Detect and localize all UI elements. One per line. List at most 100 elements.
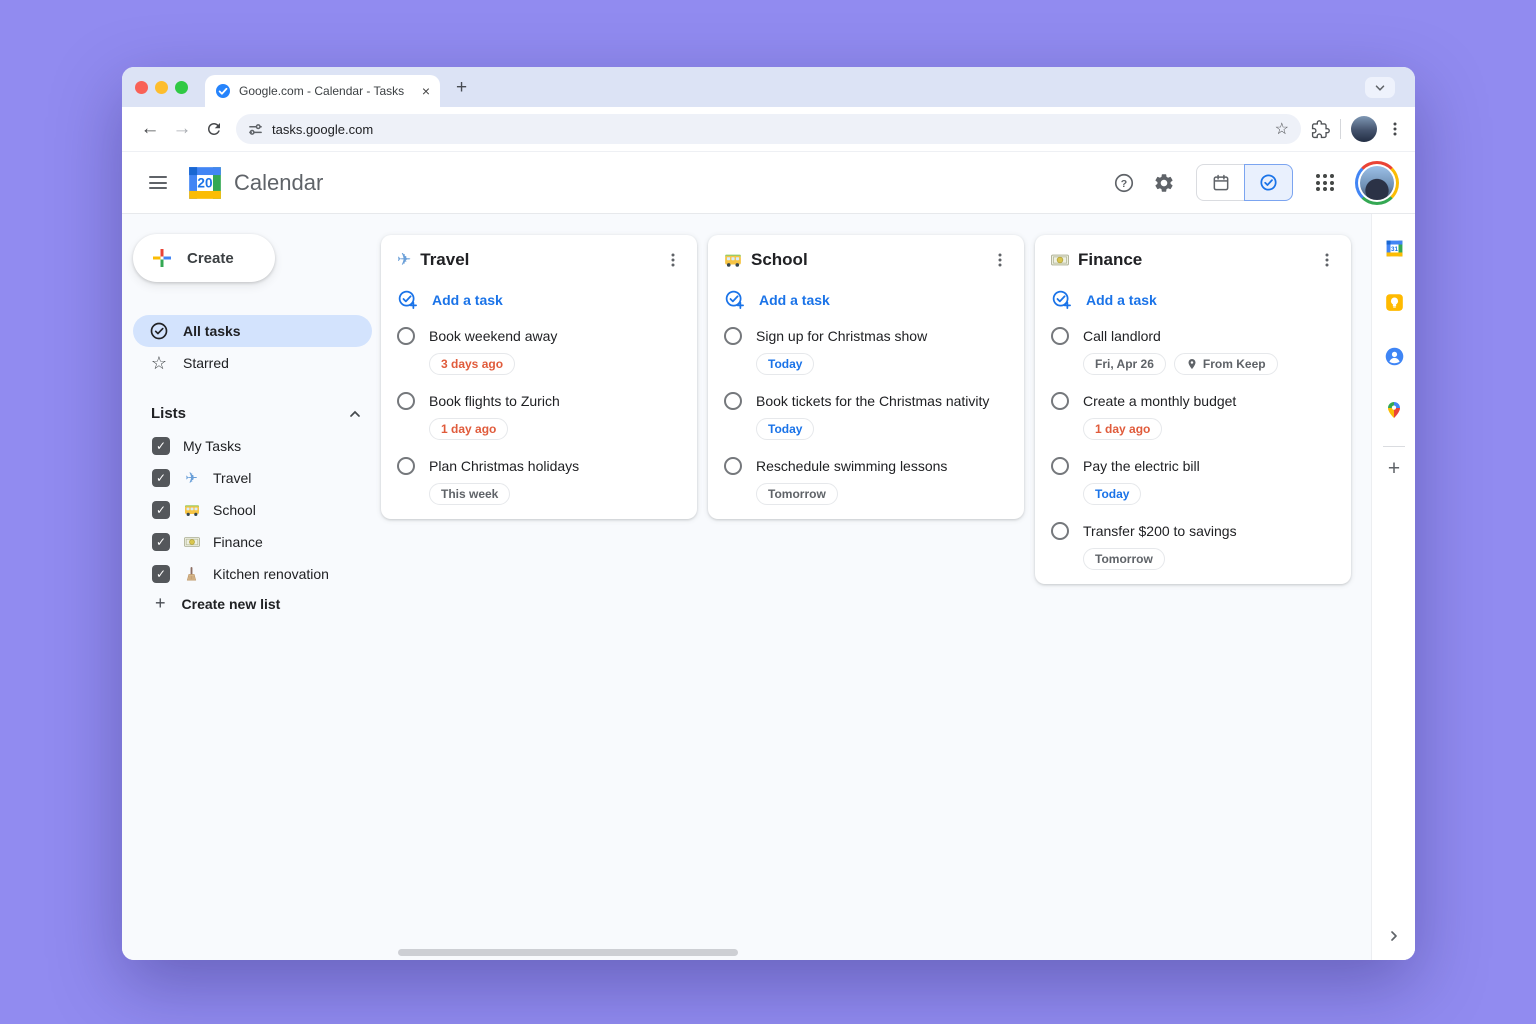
checkbox-checked[interactable]: ✓ [152,437,170,455]
due-date-chip[interactable]: Today [756,418,814,440]
add-task-button[interactable]: Add a task [1051,289,1335,310]
task-title[interactable]: Book tickets for the Christmas nativity [756,391,989,411]
due-date-chip[interactable]: Tomorrow [756,483,838,505]
checkbox-checked[interactable]: ✓ [152,533,170,551]
task-row[interactable]: Book weekend away 3 days ago [397,326,681,375]
complete-task-circle[interactable] [397,392,415,410]
calendar-logo-icon: 20 [186,164,224,202]
refresh-button[interactable] [198,113,230,145]
task-title[interactable]: Create a monthly budget [1083,391,1236,411]
get-add-ons-button[interactable]: + [1372,451,1415,487]
url-text[interactable]: tasks.google.com [272,122,1260,137]
app-title: Calendar [234,170,323,196]
task-row[interactable]: Book flights to Zurich 1 day ago [397,391,681,440]
browser-tab[interactable]: Google.com - Calendar - Tasks × [205,75,440,107]
back-button[interactable]: ← [134,113,166,145]
task-row[interactable]: Reschedule swimming lessons Tomorrow [724,456,1008,505]
google-apps-button[interactable] [1305,163,1345,203]
tab-list-menu-button[interactable] [1365,77,1395,98]
svg-text:20: 20 [197,175,213,190]
sidebar-item-all-tasks[interactable]: All tasks [133,315,372,347]
task-list-card-finance: Finance Add a task [1035,235,1351,584]
horizontal-scrollbar[interactable] [398,949,738,956]
new-tab-button[interactable]: + [456,77,467,99]
help-button[interactable]: ? [1104,163,1144,203]
due-date-chip[interactable]: 3 days ago [429,353,515,375]
bookmark-star-icon[interactable]: ☆ [1269,119,1295,139]
task-row[interactable]: Pay the electric bill Today [1051,456,1335,505]
chevron-up-icon[interactable] [347,406,363,422]
complete-task-circle[interactable] [724,392,742,410]
task-row[interactable]: Book tickets for the Christmas nativity … [724,391,1008,440]
checkbox-checked[interactable]: ✓ [152,501,170,519]
lists-section-header[interactable]: Lists [133,405,363,422]
list-item-finance[interactable]: ✓ Finance [133,526,382,558]
task-title[interactable]: Book flights to Zurich [429,391,560,411]
list-item-my-tasks[interactable]: ✓ My Tasks [133,430,382,462]
list-menu-button[interactable] [992,252,1008,268]
task-title[interactable]: Reschedule swimming lessons [756,456,947,476]
from-keep-chip[interactable]: From Keep [1174,353,1278,375]
site-settings-icon[interactable] [248,122,263,137]
task-title[interactable]: Transfer $200 to savings [1083,521,1237,541]
extensions-icon[interactable] [1311,120,1330,139]
browser-profile-avatar[interactable] [1351,116,1377,142]
due-date-chip[interactable]: 1 day ago [1083,418,1162,440]
task-list-card-school: School Add a task [708,235,1024,519]
list-menu-button[interactable] [665,252,681,268]
complete-task-circle[interactable] [397,327,415,345]
lists: ✓ My Tasks ✓ ✈ Travel ✓ School [133,430,382,590]
add-task-button[interactable]: Add a task [724,289,1008,310]
due-date-chip[interactable]: This week [429,483,510,505]
task-title[interactable]: Book weekend away [429,326,557,346]
maps-panel-button[interactable] [1372,390,1415,430]
task-title[interactable]: Sign up for Christmas show [756,326,927,346]
sidebar-item-starred[interactable]: ☆ Starred [133,347,372,379]
task-row[interactable]: Create a monthly budget 1 day ago [1051,391,1335,440]
forward-button[interactable]: → [166,113,198,145]
complete-task-circle[interactable] [1051,392,1069,410]
create-new-list-button[interactable]: + Create new list [133,593,382,614]
calendar-view-button[interactable] [1196,164,1245,201]
list-item-kitchen-renovation[interactable]: ✓ Kitchen renovation [133,558,382,590]
browser-menu-icon[interactable] [1387,121,1403,137]
hide-side-panel-button[interactable] [1372,928,1415,944]
calendar-panel-button[interactable]: 31 [1372,228,1415,268]
task-row[interactable]: Sign up for Christmas show Today [724,326,1008,375]
due-date-chip[interactable]: Today [1083,483,1141,505]
due-date-chip[interactable]: Today [756,353,814,375]
task-row[interactable]: Transfer $200 to savings Tomorrow [1051,521,1335,570]
task-title[interactable]: Plan Christmas holidays [429,456,579,476]
keep-panel-button[interactable] [1372,282,1415,322]
address-bar[interactable]: tasks.google.com ☆ [236,114,1301,144]
complete-task-circle[interactable] [1051,327,1069,345]
list-item-school[interactable]: ✓ School [133,494,382,526]
list-item-travel[interactable]: ✓ ✈ Travel [133,462,382,494]
complete-task-circle[interactable] [397,457,415,475]
checkbox-checked[interactable]: ✓ [152,469,170,487]
task-title[interactable]: Pay the electric bill [1083,456,1200,476]
due-date-chip[interactable]: Tomorrow [1083,548,1165,570]
checkbox-checked[interactable]: ✓ [152,565,170,583]
tab-close-icon[interactable]: × [422,84,430,98]
add-task-button[interactable]: Add a task [397,289,681,310]
complete-task-circle[interactable] [724,327,742,345]
maximize-window-button[interactable] [175,81,188,94]
due-date-chip[interactable]: Fri, Apr 26 [1083,353,1166,375]
task-row[interactable]: Plan Christmas holidays This week [397,456,681,505]
account-avatar[interactable] [1355,161,1399,205]
main-menu-button[interactable] [138,163,178,203]
task-title[interactable]: Call landlord [1083,326,1161,346]
contacts-panel-button[interactable] [1372,336,1415,376]
list-menu-button[interactable] [1319,252,1335,268]
complete-task-circle[interactable] [1051,457,1069,475]
settings-button[interactable] [1144,163,1184,203]
task-row[interactable]: Call landlord Fri, Apr 26 From Keep [1051,326,1335,375]
tasks-view-button-selected[interactable] [1244,164,1293,201]
complete-task-circle[interactable] [724,457,742,475]
complete-task-circle[interactable] [1051,522,1069,540]
due-date-chip[interactable]: 1 day ago [429,418,508,440]
close-window-button[interactable] [135,81,148,94]
minimize-window-button[interactable] [155,81,168,94]
create-button[interactable]: Create [133,234,275,282]
